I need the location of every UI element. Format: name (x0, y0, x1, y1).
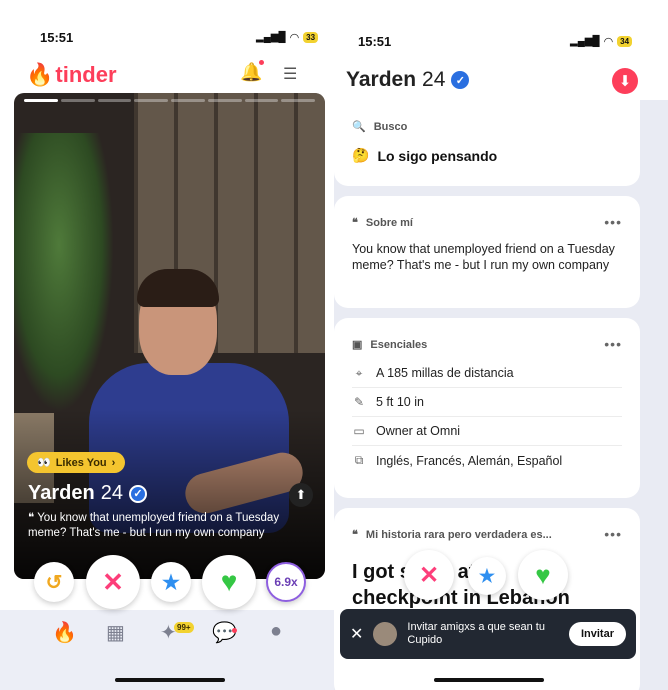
home-indicator (115, 678, 225, 682)
likes-you-badge[interactable]: 👀 Likes You › (27, 452, 126, 473)
more-icon[interactable]: ••• (604, 336, 622, 352)
id-card-icon: ▣ (352, 339, 363, 351)
card-name-row: Yarden 24 ✓ (28, 482, 147, 505)
close-profile-button[interactable]: ⬇ (612, 68, 638, 94)
open-profile-button[interactable]: ⬆ (289, 483, 313, 507)
likes-you-label: Likes You (55, 456, 107, 469)
looking-section: 🔍 Busco 🤔 Lo sigo pensando (334, 100, 640, 186)
ruler-icon: ✎ (353, 395, 365, 409)
quote-icon: ❝ (352, 529, 358, 541)
language-icon: ⧉ (354, 453, 364, 467)
more-icon[interactable]: ••• (604, 214, 622, 230)
nav-profile-icon[interactable]: ● (270, 620, 282, 643)
card-bio: ❝ You know that unemployed friend on a T… (28, 511, 313, 541)
profile-title: Yarden 24 ✓ (346, 68, 470, 92)
status-icons: ▂▄▆█ ◠ 33 (256, 31, 319, 44)
looking-value-row: 🤔 Lo sigo pensando (352, 147, 622, 164)
like-button[interactable]: ♥ (202, 555, 256, 609)
essentials-header: ▣ Esenciales (352, 318, 622, 352)
nope-button[interactable]: ✕ (404, 550, 454, 600)
notifications-button[interactable]: 🔔 (240, 60, 264, 83)
like-button[interactable]: ♥ (518, 550, 568, 600)
verified-icon: ✓ (128, 484, 147, 503)
flame-icon: 🔥 (26, 62, 54, 87)
briefcase-icon: ▭ (353, 424, 365, 438)
rewind-button[interactable]: ↺ (34, 562, 74, 602)
wifi-icon: ◠ (289, 32, 300, 44)
essential-text: 5 ft 10 in (376, 395, 424, 409)
essential-row: ▭ Owner at Omni (352, 417, 622, 446)
essential-text: A 185 millas de distancia (376, 366, 514, 380)
about-text: You know that unemployed friend on a Tue… (352, 242, 615, 272)
verified-icon: ✓ (451, 71, 470, 89)
more-icon[interactable]: ••• (604, 526, 622, 542)
bell-icon: 🔔 (240, 62, 263, 82)
story-section: ❝ Mi historia rara pero verdadera es... … (334, 508, 640, 690)
search-icon: 🔍 (352, 121, 366, 133)
invite-toast: ✕ Invitar amigxs a que sean tu Cupido In… (340, 609, 636, 659)
essential-row: ✎ 5 ft 10 in (352, 388, 622, 417)
super-like-button[interactable]: ★ (151, 562, 191, 602)
profile-card[interactable]: 👀 Likes You › Yarden 24 ✓ ⬆ ❝ You know t… (14, 93, 325, 579)
brand-name: tinder (55, 62, 117, 87)
filters-button[interactable]: ☰ (283, 64, 297, 84)
home-indicator (434, 678, 544, 682)
battery-icon: 34 (617, 36, 633, 47)
nav-explore-icon[interactable]: ▦ (106, 620, 125, 645)
avatar (373, 622, 398, 646)
looking-header: 🔍 Busco (352, 100, 622, 134)
about-section: ❝ Sobre mí ••• You know that unemployed … (334, 196, 640, 308)
quote-icon: ❝ (352, 217, 358, 229)
explore-badge: 99+ (174, 622, 194, 633)
close-icon[interactable]: ✕ (350, 624, 363, 644)
photo-progress[interactable] (24, 99, 315, 102)
about-header: ❝ Sobre mí (352, 196, 622, 230)
story-header: ❝ Mi historia rara pero verdadera es... (352, 508, 622, 542)
notification-dot (259, 60, 264, 65)
location-icon: ⌖ (355, 365, 363, 380)
profile-age: 24 (422, 68, 446, 91)
essential-row: ⧉ Inglés, Francés, Alemán, Español (352, 446, 622, 475)
status-icons: ▂▄▆█ ◠ 34 (570, 35, 633, 48)
arrow-down-icon: ⬇ (618, 73, 632, 90)
card-name: Yarden (28, 482, 95, 504)
super-like-button[interactable]: ★ (468, 557, 506, 595)
right-screen: 15:51 ▂▄▆█ ◠ 34 Yarden 24 ✓ ⬇ 🔍 Busco 🤔 … (334, 0, 668, 690)
signal-icon: ▂▄▆█ (570, 36, 600, 47)
thinking-emoji-icon: 🤔 (352, 147, 370, 163)
signal-icon: ▂▄▆█ (256, 32, 286, 43)
card-age: 24 (100, 482, 123, 504)
sliders-icon: ☰ (283, 66, 298, 83)
invite-button[interactable]: Invitar (568, 622, 626, 646)
story-label: Mi historia rara pero verdadera es... (365, 528, 552, 541)
essential-text: Inglés, Francés, Alemán, Español (376, 453, 563, 468)
profile-name: Yarden (346, 68, 417, 91)
tinder-logo: 🔥 tinder (26, 62, 117, 88)
essentials-label: Esenciales (370, 338, 428, 351)
arrow-up-icon: ⬆ (295, 487, 307, 502)
boost-button[interactable]: 6.9x (266, 562, 306, 602)
nope-button[interactable]: ✕ (86, 555, 140, 609)
essentials-section: ▣ Esenciales ••• ⌖ A 185 millas de distan… (334, 318, 640, 498)
nav-home-flame-icon[interactable]: 🔥 (52, 620, 77, 645)
eyes-icon: 👀 (37, 457, 51, 469)
status-time: 15:51 (40, 30, 74, 45)
status-time: 15:51 (358, 34, 392, 49)
looking-label: Busco (373, 120, 408, 133)
wifi-icon: ◠ (603, 36, 614, 48)
essential-text: Owner at Omni (376, 424, 461, 438)
invite-text: Invitar amigxs a que sean tu Cupido (407, 621, 545, 646)
looking-value: Lo sigo pensando (377, 147, 498, 164)
quote-icon: ❝ (28, 512, 38, 524)
essential-row: ⌖ A 185 millas de distancia (352, 359, 622, 388)
chat-dot (232, 628, 237, 633)
battery-icon: 33 (303, 32, 319, 43)
card-bio-text: You know that unemployed friend on a Tue… (28, 512, 280, 539)
about-label: Sobre mí (365, 216, 413, 229)
left-screen: 15:51 ▂▄▆█ ◠ 33 🔥 tinder 🔔 ☰ 👀 Likes You (0, 0, 340, 690)
chevron-right-icon: › (111, 456, 116, 469)
